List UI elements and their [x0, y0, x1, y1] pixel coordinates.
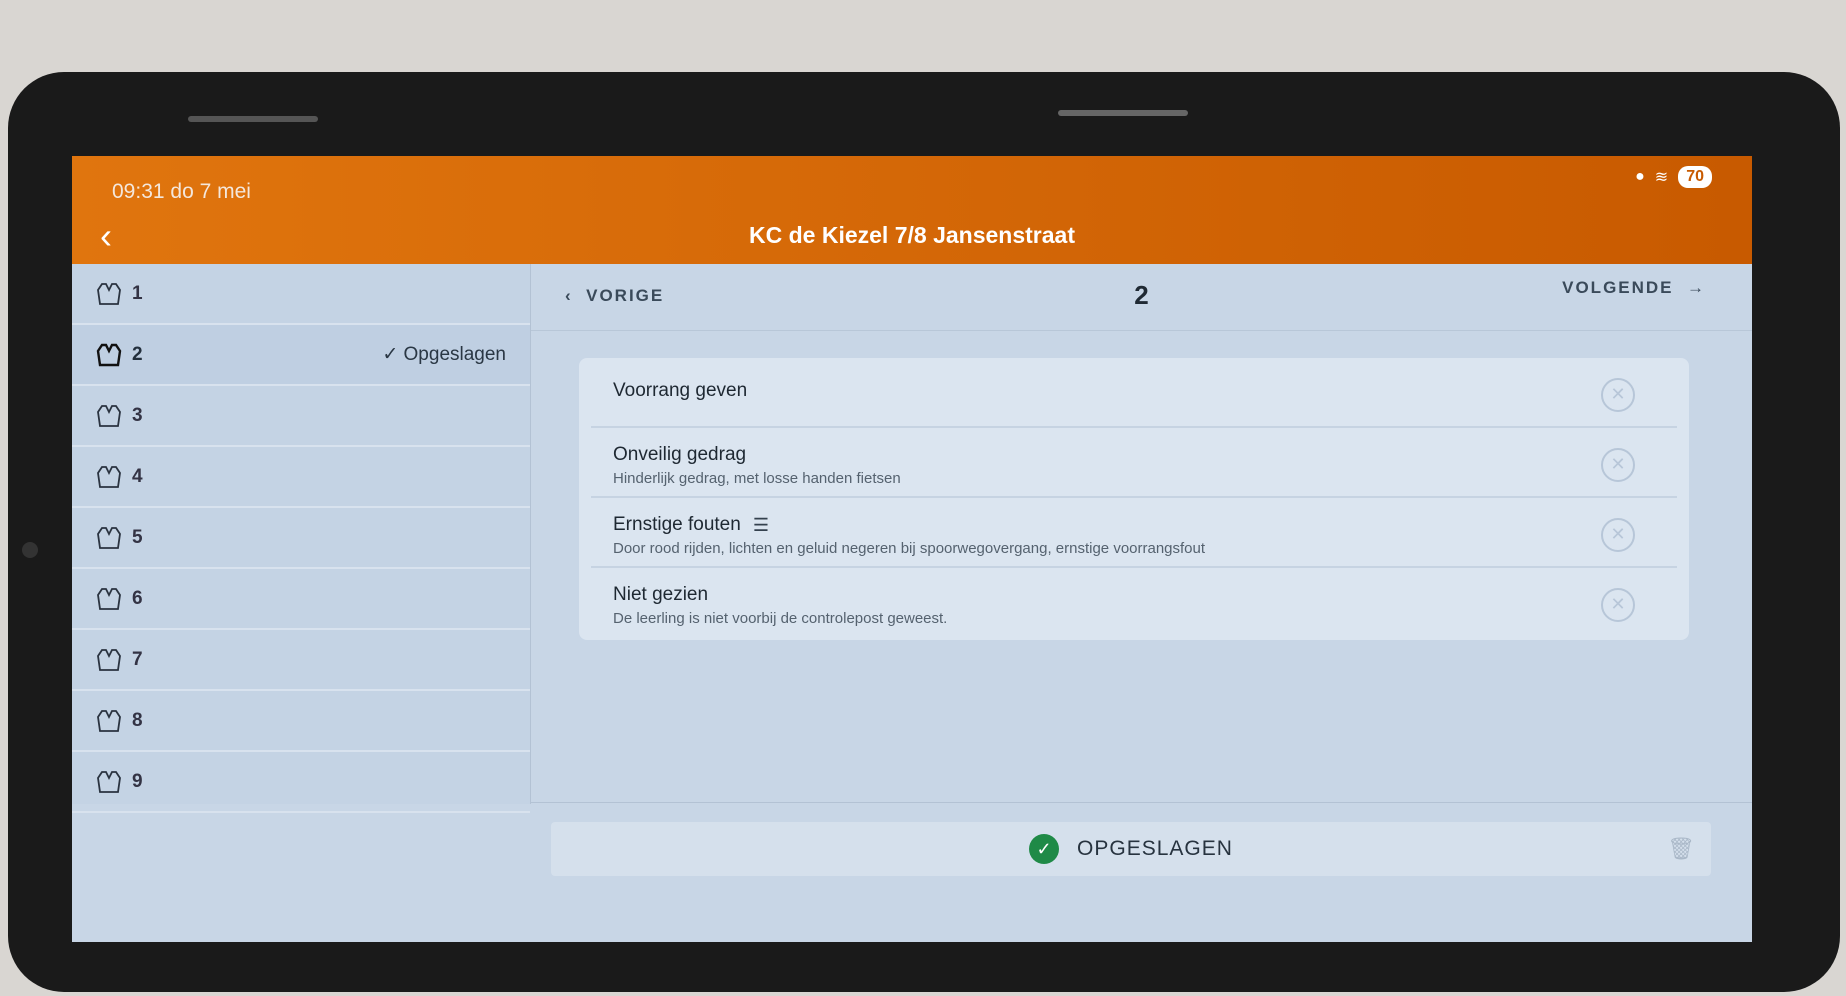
safety-vest-icon [97, 404, 121, 427]
item-subtitle: De leerling is niet voorbij de controlep… [613, 610, 948, 627]
saved-status: ✓ Opgeslagen [382, 344, 506, 365]
safety-vest-icon [97, 587, 121, 610]
sidebar-item-label: 6 [132, 587, 143, 609]
divider [531, 802, 1752, 803]
sidebar-item-label: 7 [132, 648, 143, 670]
status-icons: ● ≋ 70 [1635, 166, 1712, 188]
tablet-speaker-2 [1058, 110, 1188, 116]
main-panel: ‹ VORIGE 2 VOLGENDE → Voorrang geven ✕ O… [531, 264, 1752, 942]
safety-vest-icon [97, 770, 121, 793]
list-item[interactable]: Voorrang geven ✕ [591, 358, 1677, 428]
safety-vest-icon [97, 526, 121, 549]
safety-vest-icon [97, 648, 121, 671]
sidebar-item-4[interactable]: 4 [72, 447, 530, 508]
page-title: KC de Kiezel 7/8 Jansenstraat [749, 222, 1075, 248]
sidebar-item-label: 4 [132, 465, 143, 487]
close-circle-icon[interactable]: ✕ [1601, 588, 1635, 622]
arrow-right-icon: → [1680, 278, 1706, 297]
battery-level: 70 [1678, 166, 1712, 188]
nav-row: ‹ VORIGE 2 VOLGENDE → [531, 264, 1752, 331]
sidebar-item-label: 8 [132, 709, 143, 731]
location-icon: ● [1635, 168, 1645, 185]
item-title: Ernstige fouten [613, 514, 741, 535]
sidebar-item-9[interactable]: 9 [72, 752, 530, 813]
wifi-icon: ≋ [1654, 169, 1669, 186]
item-title: Voorrang geven [613, 380, 748, 401]
status-time: 09:31 do 7 mei [112, 180, 251, 203]
sidebar-item-2[interactable]: 2 ✓ Opgeslagen [72, 325, 530, 386]
trash-icon[interactable]: 🗑 [1667, 836, 1695, 862]
list-item[interactable]: Niet gezien De leerling is niet voorbij … [591, 568, 1677, 636]
app-bar: 09:31 do 7 mei ● ≋ 70 ‹ KC de Kiezel 7/8… [72, 156, 1752, 264]
sidebar-item-5[interactable]: 5 [72, 508, 530, 569]
item-title-group: Ernstige fouten ☰ [613, 514, 769, 536]
items-card: Voorrang geven ✕ Onveilig gedrag Hinderl… [579, 358, 1689, 640]
screen: 09:31 do 7 mei ● ≋ 70 ‹ KC de Kiezel 7/8… [72, 156, 1752, 942]
sidebar-item-1[interactable]: 1 [72, 264, 530, 325]
sidebar-item-3[interactable]: 3 [72, 386, 530, 447]
list-item[interactable]: Ernstige fouten ☰ Door rood rijden, lich… [591, 498, 1677, 568]
sidebar-item-8[interactable]: 8 [72, 691, 530, 752]
item-subtitle: Hinderlijk gedrag, met losse handen fiet… [613, 470, 901, 487]
save-label: OPGESLAGEN [1077, 837, 1233, 860]
item-title: Onveilig gedrag [613, 444, 747, 465]
sidebar: 1 2 ✓ Opgeslagen 3 4 5 6 7 8 9 [72, 264, 531, 813]
sidebar-item-label: 9 [132, 770, 143, 792]
sidebar-item-label: 3 [132, 404, 143, 426]
camera [22, 542, 38, 558]
sidebar-item-7[interactable]: 7 [72, 630, 530, 691]
sidebar-item-label: 5 [132, 526, 143, 548]
next-label: VOLGENDE [1562, 278, 1674, 297]
list-icon[interactable]: ☰ [753, 515, 769, 536]
list-item[interactable]: Onveilig gedrag Hinderlijk gedrag, met l… [591, 428, 1677, 498]
safety-vest-icon [97, 709, 121, 732]
close-circle-icon[interactable]: ✕ [1601, 518, 1635, 552]
close-circle-icon[interactable]: ✕ [1601, 448, 1635, 482]
sidebar-item-6[interactable]: 6 [72, 569, 530, 630]
safety-vest-icon [96, 343, 122, 366]
item-title: Niet gezien [613, 584, 709, 605]
safety-vest-icon [97, 282, 121, 305]
save-button[interactable]: ✓ OPGESLAGEN 🗑 [551, 822, 1711, 876]
check-circle-icon: ✓ [1029, 834, 1060, 864]
tablet-speaker [188, 116, 318, 122]
close-circle-icon[interactable]: ✕ [1601, 378, 1635, 412]
sidebar-item-label: 2 [132, 343, 143, 365]
safety-vest-icon [97, 465, 121, 488]
item-subtitle: Door rood rijden, lichten en geluid nege… [613, 540, 1206, 557]
next-button[interactable]: VOLGENDE → [1562, 278, 1706, 298]
sidebar-item-label: 1 [132, 282, 143, 304]
